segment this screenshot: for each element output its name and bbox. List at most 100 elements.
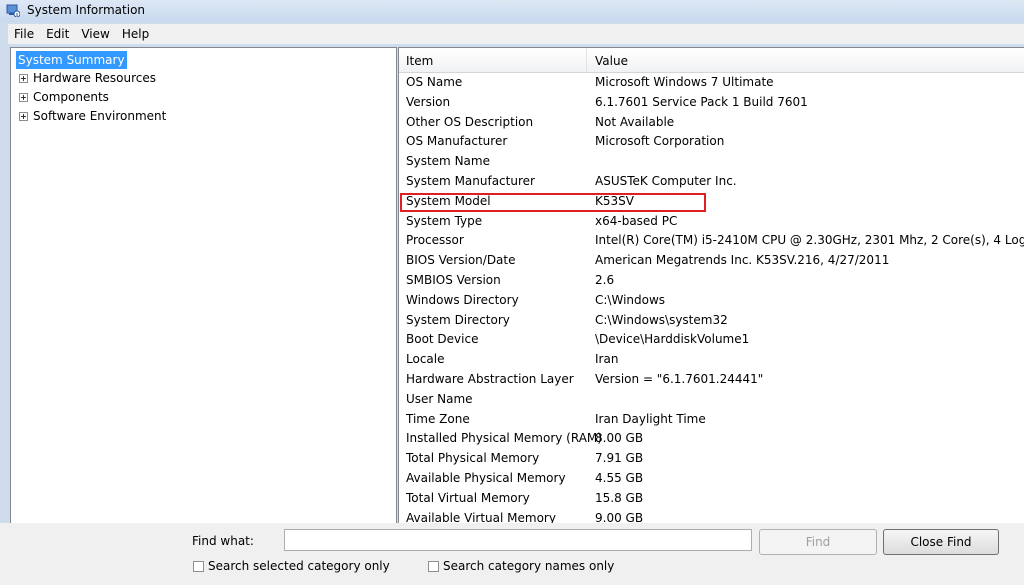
- row-item: System Model: [406, 193, 491, 208]
- row-value: Iran Daylight Time: [595, 411, 706, 426]
- list-header: Item Value: [399, 48, 1024, 73]
- row-item: Version: [406, 94, 451, 109]
- table-row[interactable]: System Name: [399, 152, 1024, 172]
- tree-item-system-summary[interactable]: System Summary: [16, 51, 127, 69]
- row-value: Not Available: [595, 114, 675, 129]
- row-item: Available Virtual Memory: [406, 510, 556, 523]
- row-item: Installed Physical Memory (RAM): [406, 431, 602, 446]
- search-category-names-option[interactable]: Search category names only: [428, 559, 614, 573]
- row-value: ASUSTeK Computer Inc.: [595, 173, 737, 188]
- column-divider[interactable]: [586, 48, 587, 72]
- title-bar: System Information: [0, 0, 1024, 22]
- row-value: 9.00 GB: [595, 510, 644, 523]
- row-value: \Device\HarddiskVolume1: [595, 332, 750, 347]
- row-item: Windows Directory: [406, 292, 519, 307]
- table-row[interactable]: System Manufacturer ASUSTeK Computer Inc.: [399, 172, 1024, 192]
- category-tree[interactable]: System Summary Hardware Resources Compon…: [10, 47, 397, 524]
- row-item: System Directory: [406, 312, 510, 327]
- row-item: System Name: [406, 154, 490, 169]
- row-item: User Name: [406, 391, 473, 406]
- list-rows: OS Name Microsoft Windows 7 Ultimate Vers…: [399, 73, 1024, 523]
- window-title: System Information: [27, 3, 146, 17]
- table-row[interactable]: System Model K53SV: [399, 192, 1024, 212]
- row-value: x64-based PC: [595, 213, 678, 228]
- search-category-names-label: Search category names only: [443, 559, 615, 573]
- row-value: Intel(R) Core(TM) i5-2410M CPU @ 2.30GHz…: [595, 233, 1024, 248]
- tree-item-label: Software Environment: [33, 109, 167, 123]
- row-value: C:\Windows: [595, 292, 666, 307]
- tree-item-label: System Summary: [16, 51, 127, 69]
- table-row[interactable]: SMBIOS Version 2.6: [399, 271, 1024, 291]
- row-item: Boot Device: [406, 332, 479, 347]
- row-value: 15.8 GB: [595, 490, 644, 505]
- row-value: 2.6: [595, 272, 615, 287]
- table-row[interactable]: Total Virtual Memory 15.8 GB: [399, 489, 1024, 509]
- find-button[interactable]: Find: [759, 529, 877, 555]
- row-item: Locale: [406, 352, 445, 367]
- row-item: BIOS Version/Date: [406, 253, 516, 268]
- menu-edit[interactable]: Edit: [40, 27, 75, 41]
- tree-item-components[interactable]: Components: [19, 88, 111, 106]
- search-selected-category-option[interactable]: Search selected category only: [193, 559, 390, 573]
- table-row[interactable]: Boot Device \Device\HarddiskVolume1: [399, 330, 1024, 350]
- row-value: Version = "6.1.7601.24441": [595, 371, 764, 386]
- close-find-button[interactable]: Close Find: [883, 529, 999, 555]
- menu-view[interactable]: View: [75, 27, 115, 41]
- row-value: Iran: [595, 352, 619, 367]
- search-selected-category-checkbox[interactable]: [193, 561, 204, 572]
- search-selected-category-label: Search selected category only: [208, 559, 390, 573]
- table-row[interactable]: Total Physical Memory 7.91 GB: [399, 449, 1024, 469]
- table-row[interactable]: OS Manufacturer Microsoft Corporation: [399, 132, 1024, 152]
- row-item: Available Physical Memory: [406, 470, 566, 485]
- table-row[interactable]: Time Zone Iran Daylight Time: [399, 410, 1024, 430]
- row-value: Microsoft Corporation: [595, 134, 725, 149]
- table-row[interactable]: Windows Directory C:\Windows: [399, 291, 1024, 311]
- row-value: American Megatrends Inc. K53SV.216, 4/27…: [595, 253, 890, 268]
- menu-help[interactable]: Help: [116, 27, 155, 41]
- row-item: OS Manufacturer: [406, 134, 508, 149]
- row-item: Hardware Abstraction Layer: [406, 371, 574, 386]
- table-row[interactable]: Hardware Abstraction Layer Version = "6.1…: [399, 370, 1024, 390]
- row-item: Processor: [406, 233, 464, 248]
- expand-icon[interactable]: [19, 112, 28, 121]
- row-item: SMBIOS Version: [406, 272, 501, 287]
- table-row[interactable]: Other OS Description Not Available: [399, 113, 1024, 133]
- search-category-names-checkbox[interactable]: [428, 561, 439, 572]
- table-row[interactable]: User Name: [399, 390, 1024, 410]
- table-row[interactable]: System Type x64-based PC: [399, 212, 1024, 232]
- details-list[interactable]: Item Value OS Name Microsoft Windows 7 Ul…: [398, 47, 1024, 523]
- row-value: 4.55 GB: [595, 470, 644, 485]
- row-item: System Type: [406, 213, 483, 228]
- row-value: 8.00 GB: [595, 431, 644, 446]
- column-header-item[interactable]: Item: [406, 54, 433, 68]
- row-item: Other OS Description: [406, 114, 534, 129]
- expand-icon[interactable]: [19, 74, 28, 83]
- column-header-value[interactable]: Value: [595, 54, 628, 68]
- table-row[interactable]: Installed Physical Memory (RAM) 8.00 GB: [399, 429, 1024, 449]
- row-item: OS Name: [406, 75, 463, 89]
- row-item: Total Physical Memory: [406, 451, 540, 466]
- menu-file[interactable]: File: [8, 27, 40, 41]
- row-item: Total Virtual Memory: [406, 490, 530, 505]
- table-row[interactable]: BIOS Version/Date American Megatrends Inc…: [399, 251, 1024, 271]
- table-row[interactable]: Locale Iran: [399, 350, 1024, 370]
- table-row[interactable]: Processor Intel(R) Core(TM) i5-2410M CPU …: [399, 231, 1024, 251]
- expand-icon[interactable]: [19, 93, 28, 102]
- row-value: 7.91 GB: [595, 451, 644, 466]
- table-row[interactable]: OS Name Microsoft Windows 7 Ultimate: [399, 73, 1024, 93]
- menu-bar: File Edit View Help: [8, 24, 1024, 44]
- table-row[interactable]: System Directory C:\Windows\system32: [399, 311, 1024, 331]
- tree-item-hardware-resources[interactable]: Hardware Resources: [19, 69, 158, 87]
- row-value: Microsoft Windows 7 Ultimate: [595, 75, 774, 89]
- row-value: K53SV: [595, 193, 634, 208]
- table-row[interactable]: Available Physical Memory 4.55 GB: [399, 469, 1024, 489]
- row-value: 6.1.7601 Service Pack 1 Build 7601: [595, 94, 808, 109]
- tree-item-label: Hardware Resources: [33, 71, 157, 85]
- find-what-input[interactable]: [284, 529, 752, 551]
- table-row[interactable]: Version 6.1.7601 Service Pack 1 Build 760…: [399, 93, 1024, 113]
- find-what-label: Find what:: [192, 534, 254, 548]
- row-item: Time Zone: [406, 411, 470, 426]
- find-bar: Find what: Find Close Find Search select…: [0, 523, 1024, 585]
- table-row[interactable]: Available Virtual Memory 9.00 GB: [399, 509, 1024, 523]
- tree-item-software-environment[interactable]: Software Environment: [19, 107, 168, 125]
